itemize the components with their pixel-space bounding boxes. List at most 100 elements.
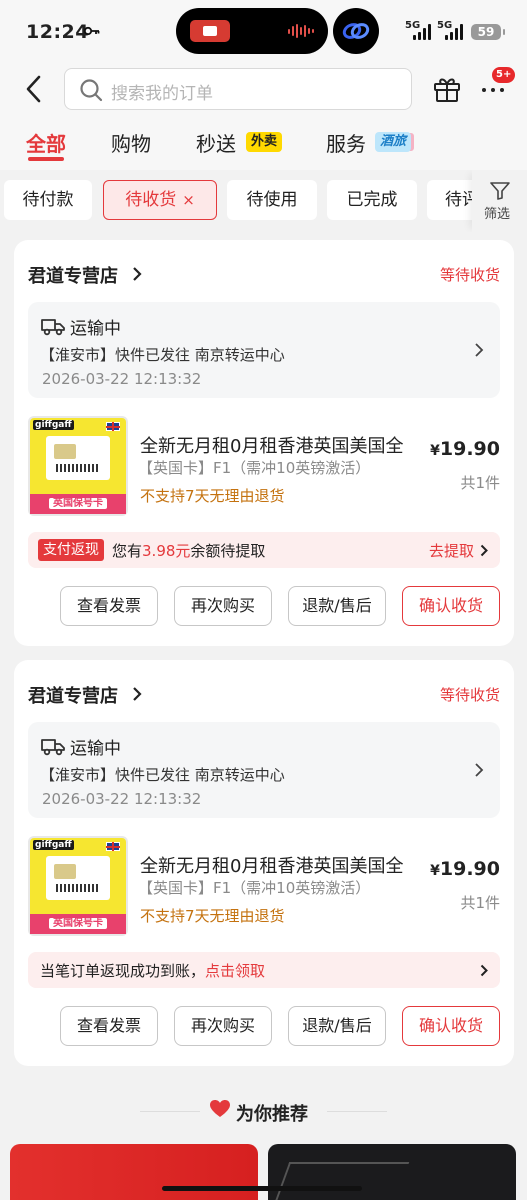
store-name[interactable]: 君道专营店 bbox=[28, 262, 118, 288]
shipping-time: 2026-03-22 12:13:32 bbox=[42, 790, 202, 808]
product-price: ¥19.90 bbox=[430, 858, 500, 880]
truck-icon bbox=[41, 739, 65, 756]
shipping-detail: 【淮安市】快件已发往 南京转运中心 bbox=[40, 766, 285, 784]
recommend-card[interactable] bbox=[268, 1144, 516, 1200]
confirm-receipt-button[interactable]: 确认收货 bbox=[402, 586, 500, 626]
buy-again-button[interactable]: 再次购买 bbox=[174, 1006, 272, 1046]
buy-again-button[interactable]: 再次购买 bbox=[174, 586, 272, 626]
gift-button[interactable] bbox=[432, 74, 462, 104]
status-filter-bar: 待付款 待收货 × 待使用 已完成 待评价 筛选 bbox=[0, 170, 527, 232]
home-indicator[interactable] bbox=[162, 1186, 362, 1191]
search-input[interactable]: 搜索我的订单 bbox=[64, 68, 412, 110]
key-icon bbox=[84, 26, 100, 36]
tab-all[interactable]: 全部 bbox=[26, 128, 66, 157]
product-quantity: 共1件 bbox=[460, 474, 500, 492]
app-header: 搜索我的订单 5+ 全部 购物 秒送 外卖 服务 酒旅 bbox=[0, 62, 527, 170]
refund-after-sales-button[interactable]: 退款/售后 bbox=[288, 1006, 386, 1046]
product-title[interactable]: 全新无月租0月租香港英国美国全 bbox=[140, 852, 430, 878]
product-spec: 【英国卡】F1（需冲10英镑激活） bbox=[138, 459, 371, 477]
filter-pending-receipt-label: 待收货 bbox=[125, 190, 177, 210]
cashback-banner[interactable]: 支付返现 您有3.98元余额待提取 去提取 bbox=[28, 532, 500, 568]
gift-icon bbox=[434, 78, 460, 102]
cashback-banner[interactable]: 当笔订单返现成功到账，点击领取 bbox=[28, 952, 500, 988]
recommend-section-header: 为你推荐 bbox=[0, 1090, 527, 1130]
filter-icon bbox=[490, 182, 510, 200]
filter-pending-payment[interactable]: 待付款 bbox=[4, 180, 92, 220]
status-bar: 12:24 5G 5G 59 bbox=[0, 0, 527, 62]
order-status: 等待收货 bbox=[439, 266, 500, 284]
confirm-receipt-button[interactable]: 确认收货 bbox=[402, 1006, 500, 1046]
claim-link[interactable]: 点击领取 bbox=[205, 962, 265, 980]
filter-label: 筛选 bbox=[484, 207, 511, 222]
filter-completed[interactable]: 已完成 bbox=[327, 180, 417, 220]
audio-wave-icon bbox=[288, 24, 314, 38]
order-type-tabs: 全部 购物 秒送 外卖 服务 酒旅 bbox=[0, 128, 527, 168]
brand-logo: giffgaff bbox=[33, 420, 74, 430]
return-policy-note: 不支持7天无理由退货 bbox=[140, 487, 285, 505]
chevron-right-icon bbox=[480, 964, 488, 977]
sim-card-graphic bbox=[46, 436, 110, 480]
chevron-right-icon bbox=[475, 763, 484, 777]
filter-pending-receipt[interactable]: 待收货 × bbox=[103, 180, 217, 220]
travel-tag: 酒旅 bbox=[375, 132, 412, 152]
uk-flag-icon bbox=[106, 422, 120, 431]
shipping-info[interactable]: 运输中 【淮安市】快件已发往 南京转运中心 2026-03-22 12:13:3… bbox=[28, 302, 500, 398]
store-name[interactable]: 君道专营店 bbox=[28, 682, 118, 708]
view-invoice-button[interactable]: 查看发票 bbox=[60, 586, 158, 626]
status-time: 12:24 bbox=[26, 21, 89, 43]
order-card[interactable]: 君道专营店 等待收货 运输中 【淮安市】快件已发往 南京转运中心 2026-03… bbox=[14, 240, 514, 646]
product-thumbnail[interactable]: giffgaff 英国保号卡 bbox=[28, 416, 128, 516]
notification-badge: 5+ bbox=[492, 67, 516, 83]
order-card[interactable]: 君道专营店 等待收货 运输中 【淮安市】快件已发往 南京转运中心 2026-03… bbox=[14, 660, 514, 1066]
thumbnail-label: 英国保号卡 bbox=[30, 914, 126, 934]
shipping-detail: 【淮安市】快件已发往 南京转运中心 bbox=[40, 346, 285, 364]
active-tab-indicator bbox=[28, 157, 64, 161]
clear-filter-icon[interactable]: × bbox=[182, 191, 195, 209]
live-activity-app-icon bbox=[190, 20, 230, 42]
sim-card-image: giffgaff 英国保号卡 bbox=[30, 418, 126, 514]
link-icon bbox=[342, 23, 370, 39]
product-thumbnail[interactable]: giffgaff 英国保号卡 bbox=[28, 836, 128, 936]
shipping-info[interactable]: 运输中 【淮安市】快件已发往 南京转运中心 2026-03-22 12:13:3… bbox=[28, 722, 500, 818]
chevron-right-icon bbox=[133, 687, 142, 701]
thumbnail-label: 英国保号卡 bbox=[30, 494, 126, 514]
chevron-right-icon bbox=[133, 267, 142, 281]
view-invoice-button[interactable]: 查看发票 bbox=[60, 1006, 158, 1046]
dynamic-island[interactable] bbox=[176, 8, 328, 54]
recommend-card[interactable] bbox=[10, 1144, 258, 1200]
tab-services[interactable]: 服务 bbox=[326, 128, 366, 157]
product-image-placeholder bbox=[274, 1162, 410, 1200]
withdraw-link[interactable]: 去提取 bbox=[429, 540, 474, 561]
filter-pending-use[interactable]: 待使用 bbox=[227, 180, 317, 220]
product-spec: 【英国卡】F1（需冲10英镑激活） bbox=[138, 879, 371, 897]
recommend-title: 为你推荐 bbox=[236, 1104, 308, 1125]
divider bbox=[327, 1111, 387, 1112]
sim-card-image: giffgaff 英国保号卡 bbox=[30, 838, 126, 934]
takeout-tag: 外卖 bbox=[246, 132, 283, 152]
tab-shopping[interactable]: 购物 bbox=[111, 128, 151, 157]
refund-after-sales-button[interactable]: 退款/售后 bbox=[288, 586, 386, 626]
chevron-right-icon bbox=[475, 343, 484, 357]
back-button[interactable] bbox=[20, 74, 50, 104]
battery-indicator: 59 bbox=[471, 24, 505, 40]
brand-logo: giffgaff bbox=[33, 840, 74, 850]
shipping-status: 运输中 bbox=[70, 739, 121, 759]
back-icon bbox=[26, 75, 41, 103]
cashback-text: 当笔订单返现成功到账，点击领取 bbox=[40, 962, 266, 980]
cashback-tag: 支付返现 bbox=[38, 539, 104, 561]
filter-button[interactable]: 筛选 bbox=[472, 170, 527, 232]
dynamic-island-secondary[interactable] bbox=[333, 8, 379, 54]
shipping-status: 运输中 bbox=[70, 319, 121, 339]
search-placeholder: 搜索我的订单 bbox=[111, 84, 213, 104]
return-policy-note: 不支持7天无理由退货 bbox=[140, 907, 285, 925]
order-status: 等待收货 bbox=[439, 686, 500, 704]
heart-icon bbox=[210, 1100, 230, 1117]
uk-flag-icon bbox=[106, 842, 120, 851]
product-quantity: 共1件 bbox=[460, 894, 500, 912]
product-title[interactable]: 全新无月租0月租香港英国美国全 bbox=[140, 432, 430, 458]
tab-instant-delivery[interactable]: 秒送 bbox=[196, 128, 236, 157]
sim-card-graphic bbox=[46, 856, 110, 900]
cashback-text: 您有3.98元余额待提取 bbox=[112, 542, 266, 560]
chevron-right-icon bbox=[480, 544, 488, 557]
truck-icon bbox=[41, 319, 65, 336]
